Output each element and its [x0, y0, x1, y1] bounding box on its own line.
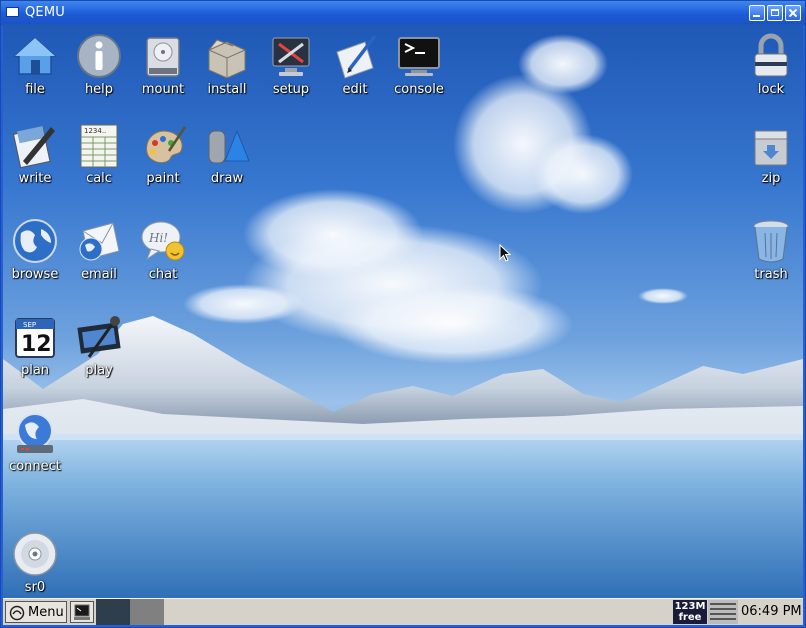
desktop-icon-console[interactable]: console — [387, 26, 451, 106]
desktop-icon-zip[interactable]: zip — [739, 115, 803, 195]
icon-label: console — [394, 82, 444, 97]
desktop-icon-play[interactable]: play — [67, 307, 131, 387]
icon-label: draw — [210, 171, 244, 186]
icon-label: play — [85, 363, 113, 378]
spreadsheet-icon: 1234.. — [80, 124, 118, 168]
terminal-icon — [398, 37, 440, 76]
settings-tools-icon — [272, 37, 310, 76]
network-globe-icon — [17, 413, 53, 453]
cpu-load-meter — [708, 600, 738, 624]
mouse-cursor-icon — [499, 244, 511, 262]
desktop-icon-edit[interactable]: edit — [323, 26, 387, 106]
desktop-icon-lock[interactable]: lock — [739, 26, 803, 106]
desktop-icon-draw[interactable]: draw — [195, 115, 259, 195]
memory-label: free — [678, 612, 702, 623]
memory-amount: 123M — [674, 601, 706, 612]
minimize-button[interactable] — [749, 5, 765, 21]
start-menu-button[interactable]: Menu — [5, 601, 67, 623]
desktop-icon-write[interactable]: write — [3, 115, 67, 195]
desktop-icon-chat[interactable]: Hi! chat — [131, 211, 195, 291]
info-icon — [77, 34, 121, 78]
pen-paper-icon — [336, 34, 377, 79]
padlock-icon — [754, 33, 788, 77]
taskbar-terminal-launcher[interactable] — [70, 601, 94, 623]
maximize-button[interactable] — [767, 5, 783, 21]
desktop-icon-calc[interactable]: 1234.. calc — [67, 115, 131, 195]
icon-label: chat — [148, 267, 178, 282]
home-icon — [13, 36, 57, 75]
hard-drive-icon — [146, 37, 180, 77]
desktop-icon-email[interactable]: email — [67, 211, 131, 291]
window-titlebar[interactable]: QEMU — [1, 1, 805, 25]
desktop-icon-install[interactable]: install — [195, 26, 259, 106]
optical-disc-icon — [13, 532, 57, 576]
desktop-icon-file[interactable]: file — [3, 26, 67, 106]
desktop-icon-setup[interactable]: setup — [259, 26, 323, 106]
desktop-icon-sr0[interactable]: sr0 — [3, 524, 67, 598]
shapes-icon — [208, 129, 250, 164]
film-microphone-icon — [77, 316, 121, 358]
icon-label: lock — [757, 82, 785, 97]
menu-logo-icon — [9, 605, 25, 621]
workspace-2[interactable] — [130, 599, 164, 625]
desktop[interactable]: file write browse SEP 12 plan connect sr… — [3, 24, 803, 598]
word-processor-icon — [12, 126, 55, 169]
trash-can-icon — [753, 220, 789, 263]
window-app-icon — [6, 7, 19, 17]
chat-bubble-text: Hi! — [148, 231, 168, 245]
workspace-1[interactable] — [96, 599, 130, 625]
archive-box-icon — [754, 130, 788, 166]
terminal-launcher-icon — [74, 604, 90, 620]
taskbar-clock[interactable]: 06:49 PM — [741, 604, 802, 619]
icon-label: connect — [9, 459, 61, 474]
desktop-icon-connect[interactable]: connect — [3, 403, 67, 483]
desktop-icon-trash[interactable]: trash — [739, 211, 803, 291]
start-menu-label: Menu — [28, 605, 64, 620]
taskbar: Menu 123M free 06:49 PM — [3, 598, 803, 625]
palette-icon — [146, 126, 187, 164]
svg-text:1234..: 1234.. — [84, 127, 106, 135]
icon-label: zip — [761, 171, 781, 186]
close-button[interactable] — [785, 5, 801, 21]
globe-icon — [13, 219, 57, 263]
icon-label: trash — [754, 267, 788, 282]
package-box-icon — [208, 39, 246, 79]
calendar-icon: SEP 12 — [15, 318, 55, 358]
window-title: QEMU — [25, 5, 65, 20]
desktop-icon-plan[interactable]: SEP 12 plan — [3, 307, 67, 387]
desktop-icon-browse[interactable]: browse — [3, 211, 67, 291]
desktop-icon-help[interactable]: help — [67, 26, 131, 106]
memory-monitor: 123M free — [673, 600, 707, 624]
desktop-icon-paint[interactable]: paint — [131, 115, 195, 195]
calendar-month: SEP — [23, 321, 36, 329]
calendar-day: 12 — [21, 332, 52, 357]
desktop-icon-mount[interactable]: mount — [131, 26, 195, 106]
envelope-globe-icon — [79, 222, 120, 261]
chat-bubble-icon: Hi! — [141, 221, 185, 261]
icon-label: sr0 — [24, 580, 46, 595]
